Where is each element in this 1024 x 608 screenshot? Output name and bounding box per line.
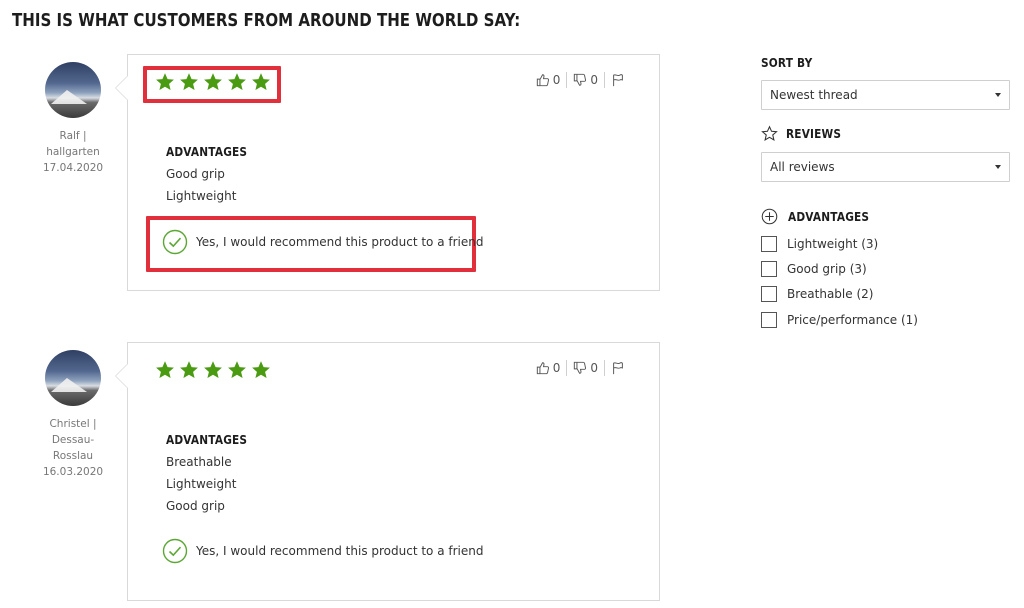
sort-label: SORT BY: [761, 56, 813, 70]
filter-option[interactable]: Good grip (3): [761, 256, 1011, 281]
reviews-label: REVIEWS: [786, 126, 842, 141]
dislike-button[interactable]: 0: [569, 73, 602, 87]
reviewer-name: Ralf |: [59, 130, 87, 142]
recommendation-text: Yes, I would recommend this product to a…: [196, 235, 484, 249]
filter-option-label: Lightweight (3): [787, 236, 879, 251]
thumbs-down-icon: [574, 73, 587, 86]
sort-select[interactable]: Newest thread: [761, 80, 1010, 110]
star-icon: [204, 73, 222, 90]
star-icon: [156, 73, 174, 90]
dislike-count: 0: [590, 73, 598, 87]
filter-option-label: Price/performance (1): [787, 312, 918, 327]
like-button[interactable]: 0: [532, 73, 565, 87]
checkbox[interactable]: [761, 260, 777, 277]
avatar: [45, 62, 101, 118]
page-title: THIS IS WHAT CUSTOMERS FROM AROUND THE W…: [12, 11, 521, 31]
filter-option[interactable]: Price/performance (1): [761, 307, 1011, 332]
recommendation: Yes, I would recommend this product to a…: [162, 538, 483, 564]
star-icon: [180, 73, 198, 90]
reviewer-location: Rosslau: [52, 450, 94, 462]
star-icon: [156, 361, 174, 378]
recommendation-text: Yes, I would recommend this product to a…: [196, 544, 484, 558]
filter-option-label: Good grip (3): [787, 261, 867, 276]
review-card: 0 0 ADVANTAGES Breathable Lightweight Go…: [115, 342, 660, 601]
report-button[interactable]: [607, 73, 629, 87]
divider: [566, 72, 568, 88]
thumbs-up-icon: [536, 362, 549, 375]
review-date: 17.04.2020: [42, 162, 104, 174]
advantages-heading: ADVANTAGES: [166, 145, 248, 159]
review-date: 16.03.2020: [42, 466, 104, 478]
reviewer-name: Christel |: [49, 418, 97, 430]
recommendation: Yes, I would recommend this product to a…: [162, 229, 483, 255]
star-icon: [252, 73, 270, 90]
thumbs-up-icon: [536, 74, 549, 87]
like-button[interactable]: 0: [532, 361, 565, 375]
filter-panel: SORT BY Newest thread REVIEWS All review…: [761, 56, 1011, 332]
star-icon: [228, 361, 246, 378]
reviewer-info: Christel | Dessau- Rosslau 16.03.2020: [23, 350, 123, 480]
sort-select-value: Newest thread: [770, 88, 858, 102]
review-card: 0 0 ADVANTAGES Good grip Lightweight Yes…: [115, 54, 660, 291]
divider: [566, 360, 568, 376]
checkbox[interactable]: [761, 235, 777, 252]
dislike-count: 0: [590, 361, 598, 375]
review-actions: 0 0: [532, 360, 629, 376]
flag-icon: [613, 362, 623, 375]
star-icon: [228, 73, 246, 90]
thumbs-down-icon: [574, 361, 587, 374]
star-icon: [180, 361, 198, 378]
like-count: 0: [552, 73, 561, 87]
filter-option[interactable]: Lightweight (3): [761, 231, 1011, 256]
advantage-item: Breathable: [166, 455, 232, 469]
reviewer-location: Dessau-: [51, 434, 95, 446]
divider: [604, 360, 605, 376]
advantages-filter-heading[interactable]: ADVANTAGES: [761, 208, 1011, 225]
advantages-heading: ADVANTAGES: [166, 433, 248, 447]
avatar: [45, 350, 101, 406]
star-rating: [155, 72, 271, 92]
caret-down-icon: [995, 93, 1001, 97]
check-circle-icon: [162, 229, 188, 255]
review-actions: 0 0: [532, 72, 629, 88]
plus-circle-icon: [761, 208, 778, 225]
reviews-select[interactable]: All reviews: [761, 152, 1010, 182]
checkbox[interactable]: [761, 311, 777, 328]
report-button[interactable]: [607, 361, 629, 375]
advantage-item: Good grip: [166, 499, 225, 513]
advantages-filter-label: ADVANTAGES: [788, 209, 870, 224]
divider: [604, 72, 605, 88]
caret-down-icon: [995, 165, 1001, 169]
dislike-button[interactable]: 0: [569, 361, 602, 375]
checkbox[interactable]: [761, 286, 777, 303]
like-count: 0: [552, 361, 561, 375]
filter-option-label: Breathable (2): [787, 287, 874, 302]
advantage-item: Lightweight: [166, 189, 237, 203]
reviewer-location: hallgarten: [46, 146, 100, 158]
reviews-filter-heading: REVIEWS: [761, 125, 1011, 142]
filter-option[interactable]: Breathable (2): [761, 282, 1011, 307]
advantage-item: Good grip: [166, 167, 225, 181]
star-icon: [252, 361, 270, 378]
flag-icon: [613, 74, 623, 87]
advantage-item: Lightweight: [166, 477, 237, 491]
star-icon: [204, 361, 222, 378]
reviewer-info: Ralf | hallgarten 17.04.2020: [23, 62, 123, 176]
check-circle-icon: [162, 538, 188, 564]
star-outline-icon: [761, 125, 778, 141]
star-rating: [155, 360, 271, 380]
advantages-filter-list: Lightweight (3) Good grip (3) Breathable…: [761, 231, 1011, 332]
reviews-select-value: All reviews: [770, 160, 835, 174]
